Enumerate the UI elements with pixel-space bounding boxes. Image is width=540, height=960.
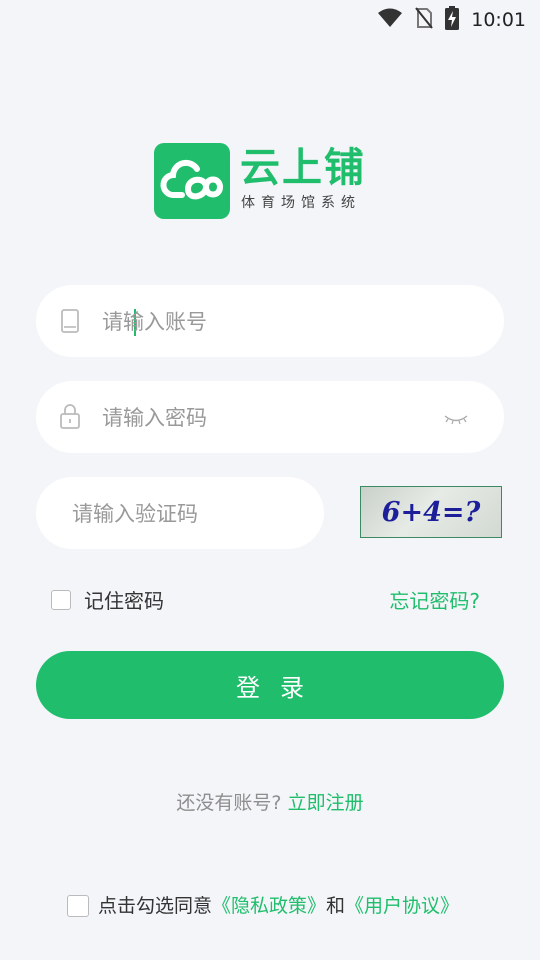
captcha-input[interactable] [70, 493, 314, 535]
privacy-policy-link[interactable]: 《隐私政策》 [212, 895, 326, 917]
phone-icon [61, 309, 79, 337]
login-button[interactable]: 登录 [36, 651, 504, 719]
remember-label: 记住密码 [84, 589, 164, 613]
user-agreement-link[interactable]: 《用户协议》 [345, 895, 459, 917]
eye-closed-icon[interactable] [444, 411, 468, 430]
account-field[interactable] [36, 285, 504, 357]
remember-checkbox[interactable] [51, 590, 71, 610]
forgot-password-link[interactable]: 忘记密码? [389, 588, 480, 614]
register-link[interactable]: 立即注册 [288, 792, 364, 814]
status-time: 10:01 [471, 9, 526, 31]
agreement-prefix: 点击勾选同意 [98, 895, 213, 917]
captcha-image[interactable]: 6+4=? [360, 486, 502, 538]
agreement-and: 和 [326, 895, 346, 917]
account-input[interactable] [100, 301, 484, 343]
app-logo [154, 143, 230, 219]
status-bar: 10:01 [0, 0, 540, 36]
captcha-field[interactable] [36, 477, 324, 549]
wifi-icon [377, 8, 403, 32]
register-prompt: 还没有账号? [176, 792, 282, 814]
status-icons: 10:01 [377, 6, 526, 34]
register-line: 还没有账号? 立即注册 [0, 790, 540, 816]
agreement-line: 点击勾选同意《隐私政策》和《用户协议》 [98, 893, 459, 919]
agreement-checkbox[interactable] [67, 895, 89, 917]
password-input[interactable] [100, 397, 434, 439]
battery-charging-icon [445, 6, 460, 34]
cloud-infinity-icon [160, 159, 223, 200]
lock-icon [60, 403, 80, 433]
password-field[interactable] [36, 381, 504, 453]
brand-subtitle: 体育场馆系统 [241, 195, 361, 211]
no-sim-icon [415, 7, 434, 33]
brand-name: 云上铺 [240, 145, 366, 191]
